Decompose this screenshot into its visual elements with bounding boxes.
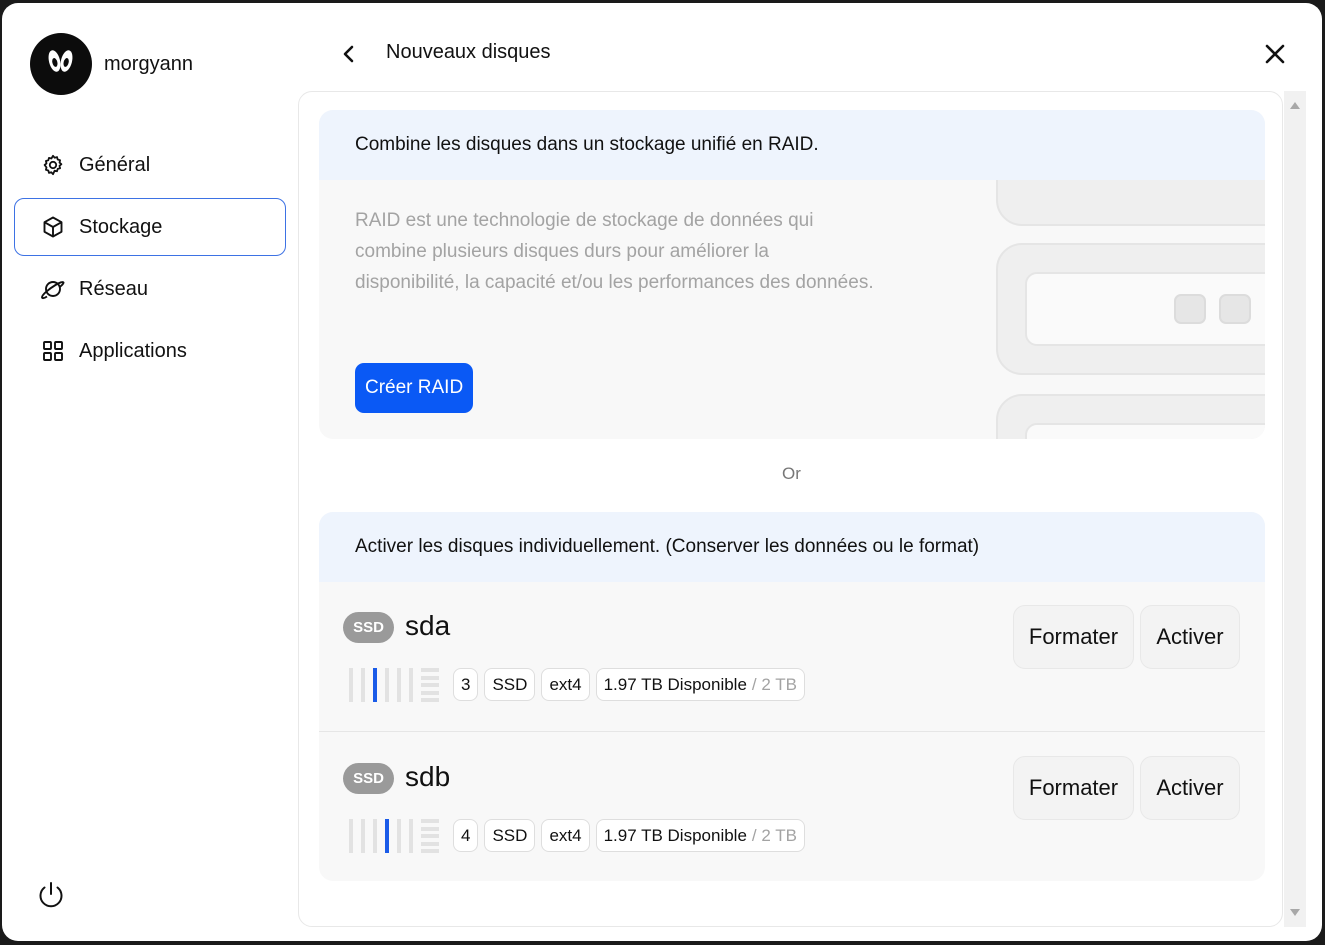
sidebar-item-label: Réseau (79, 277, 148, 300)
power-icon[interactable] (35, 879, 67, 911)
disk-tags: 4 SSD ext4 1.97 TB Disponible / 2 TB (453, 819, 811, 852)
slot-bar-active (385, 819, 389, 853)
sidebar-item-label: Applications (79, 339, 187, 362)
content-panel: Combine les disques dans un stockage uni… (298, 91, 1283, 927)
slot-bar (349, 668, 353, 702)
raid-card: Combine les disques dans un stockage uni… (319, 110, 1265, 439)
sidebar-item-label: Général (79, 153, 151, 176)
slot-tag: 3 (453, 668, 479, 701)
type-tag: SSD (484, 819, 536, 852)
capacity-tag: 1.97 TB Disponible / 2 TB (595, 819, 805, 852)
user-profile[interactable]: morgyann (30, 33, 193, 95)
sidebar-item-label: Stockage (79, 215, 163, 238)
slot-indicator (349, 668, 439, 702)
grid-icon (43, 341, 63, 361)
fs-tag: ext4 (541, 819, 590, 852)
slot-indicator (349, 819, 439, 853)
raid-heading: Combine les disques dans un stockage uni… (319, 110, 1265, 180)
scroll-down-arrow[interactable] (1290, 909, 1300, 916)
slot-bar (373, 819, 377, 853)
raid-description: RAID est une technologie de stockage de … (355, 210, 874, 293)
individual-disks-card: Activer les disques individuellement. (C… (319, 512, 1265, 881)
slot-stack (421, 819, 439, 853)
disk-row: SSD sdb 4 SSD ext4 1.97 TB Disponible / … (319, 733, 1265, 881)
planet-icon (41, 281, 65, 300)
create-raid-button[interactable]: Créer RAID (355, 363, 474, 413)
format-button[interactable]: Formater (1013, 756, 1134, 820)
fs-tag: ext4 (541, 668, 590, 701)
slot-bar-active (373, 668, 377, 702)
server-illustration (996, 180, 1265, 439)
ssd-badge: SSD (343, 763, 394, 794)
slot-bar (409, 668, 413, 702)
slot-bar (409, 819, 413, 853)
slot-stack (421, 668, 439, 702)
slot-bar (397, 819, 401, 853)
slot-bar (361, 819, 365, 853)
separator-text: Or (782, 464, 801, 483)
capacity-tag: 1.97 TB Disponible / 2 TB (595, 668, 805, 701)
total-text: / 2 TB (751, 674, 797, 694)
scrollbar[interactable] (1284, 91, 1306, 927)
slot-bar (385, 668, 389, 702)
total-text: / 2 TB (751, 825, 797, 845)
individual-heading: Activer les disques individuellement. (C… (319, 512, 1265, 582)
slot-tag: 4 (453, 819, 479, 852)
slot-bar (397, 668, 401, 702)
activate-button[interactable]: Activer (1140, 756, 1240, 820)
slot-bar (361, 668, 365, 702)
type-tag: SSD (484, 668, 536, 701)
cube-icon (43, 216, 63, 238)
username: morgyann (104, 52, 193, 75)
sidebar-item-general[interactable]: Général (14, 136, 286, 194)
slot-bar (349, 819, 353, 853)
back-icon[interactable] (338, 43, 360, 65)
format-button[interactable]: Formater (1013, 605, 1134, 669)
disk-name: sdb (405, 761, 451, 792)
disk-row: SSD sda 3 SSD ext4 1.97 TB Disponible / … (319, 582, 1265, 732)
scroll-up-arrow[interactable] (1290, 102, 1300, 109)
window: morgyann Général Stockage Réseau Applica… (2, 3, 1322, 941)
avatar (30, 33, 92, 95)
available-text: 1.97 TB Disponible (603, 825, 747, 845)
activate-button[interactable]: Activer (1140, 605, 1240, 669)
sidebar-nav: Général Stockage Réseau Applications (14, 136, 286, 384)
available-text: 1.97 TB Disponible (603, 674, 747, 694)
disk-name: sda (405, 610, 451, 641)
gear-icon (43, 154, 63, 176)
page-title: Nouveaux disques (386, 41, 551, 63)
disk-tags: 3 SSD ext4 1.97 TB Disponible / 2 TB (453, 668, 811, 701)
sidebar-item-network[interactable]: Réseau (14, 260, 286, 318)
sidebar-item-applications[interactable]: Applications (14, 322, 286, 380)
sidebar-item-storage[interactable]: Stockage (14, 198, 286, 256)
ssd-badge: SSD (343, 612, 394, 643)
close-icon[interactable] (1264, 43, 1286, 65)
